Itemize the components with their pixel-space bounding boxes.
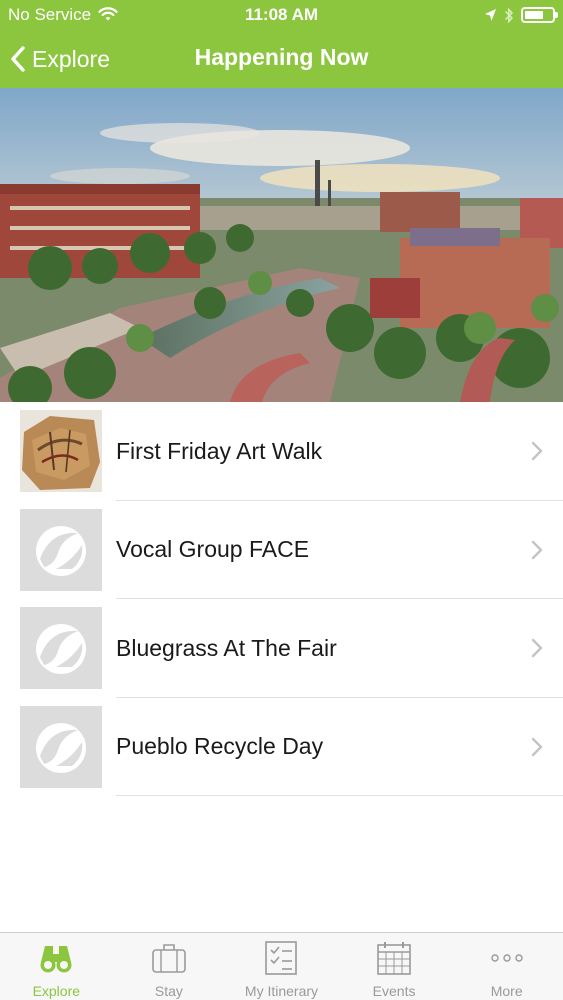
nav-bar: Explore Happening Now [0, 30, 563, 88]
tab-bar: Explore Stay My Itinerary Events More [0, 932, 563, 1000]
city-photo [0, 88, 563, 402]
app-screen: No Service 11:08 AM Explore Happening No… [0, 0, 563, 1000]
clock: 11:08 AM [244, 5, 319, 24]
art-image [20, 410, 102, 492]
row-divider [116, 795, 563, 796]
binoculars-icon [36, 939, 76, 977]
placeholder-logo-icon [20, 508, 102, 591]
placeholder-logo-thumbnail [20, 705, 102, 788]
tab-more[interactable]: More [450, 933, 563, 1000]
list-item[interactable]: Pueblo Recycle Day [0, 698, 563, 796]
chevron-right-icon [531, 540, 543, 559]
placeholder-logo-icon [20, 705, 102, 788]
page-title: Happening Now [194, 44, 369, 70]
calendar-icon [374, 939, 414, 977]
event-list: First Friday Art Walk Vocal Group FACE B… [0, 402, 563, 796]
bluetooth-icon [504, 7, 514, 23]
placeholder-logo-thumbnail [20, 607, 102, 689]
list-item[interactable]: Bluegrass At The Fair [0, 599, 563, 698]
tab-events[interactable]: Events [338, 933, 451, 1000]
header: No Service 11:08 AM Explore Happening No… [0, 0, 563, 88]
placeholder-logo-icon [20, 607, 102, 689]
tab-my-itinerary[interactable]: My Itinerary [225, 933, 338, 1000]
battery-icon [521, 7, 558, 23]
tab-explore[interactable]: Explore [0, 933, 113, 1000]
chevron-right-icon [531, 441, 543, 461]
list-item[interactable]: Vocal Group FACE [0, 501, 563, 599]
tab-stay[interactable]: Stay [113, 933, 226, 1000]
art-thumbnail [20, 410, 102, 492]
tab-label: Events [372, 983, 416, 999]
tab-label: My Itinerary [244, 983, 319, 999]
event-title: Pueblo Recycle Day [116, 733, 324, 759]
more-dots-icon [487, 939, 527, 977]
checklist-icon [261, 939, 301, 977]
tab-label: Explore [32, 983, 81, 999]
tab-label: Stay [154, 983, 183, 999]
location-arrow-icon [485, 9, 496, 21]
hero-city-photo [0, 88, 563, 402]
placeholder-logo-thumbnail [20, 508, 102, 591]
battery-level [525, 11, 543, 19]
chevron-right-icon [531, 737, 543, 756]
event-title: Vocal Group FACE [116, 536, 310, 562]
event-title: First Friday Art Walk [116, 437, 323, 464]
status-bar: No Service 11:08 AM [0, 0, 563, 30]
tab-label: More [490, 983, 523, 999]
chevron-right-icon [531, 638, 543, 658]
status-icons [484, 5, 558, 25]
event-title: Bluegrass At The Fair [116, 634, 337, 661]
suitcase-icon [149, 939, 189, 977]
list-item[interactable]: First Friday Art Walk [0, 402, 563, 501]
